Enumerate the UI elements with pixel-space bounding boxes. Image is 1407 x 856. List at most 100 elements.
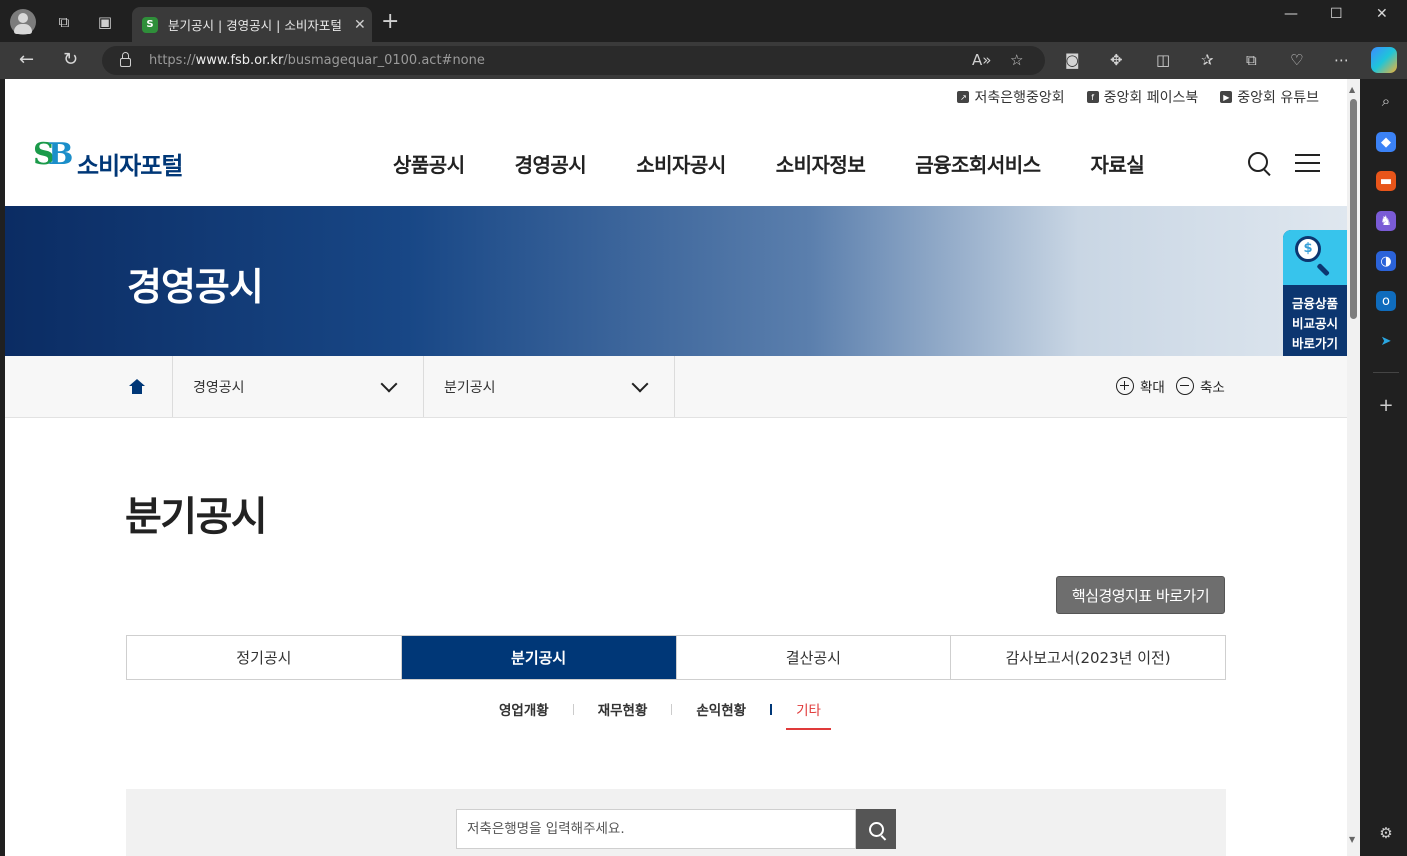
address-bar[interactable]: https://www.fsb.or.kr/busmagequar_0100.a… bbox=[102, 46, 1045, 75]
subtab-financial-status[interactable]: 재무현황 bbox=[574, 699, 672, 719]
browser-window: ⧉ ▣ S 분기공시 | 경영공시 | 소비자포털 ✕ + — ☐ ✕ ← ↻ … bbox=[0, 0, 1407, 856]
scroll-thumb[interactable] bbox=[1350, 99, 1357, 319]
breadcrumb-label-1: 경영공시 bbox=[193, 379, 245, 396]
location-bar: 경영공시 분기공시 확대 축소 bbox=[5, 356, 1347, 418]
page-viewport: ↗ 저축은행중앙회 f 중앙회 페이스북 ▶ 중앙회 유튜브 SB 소비자포털 상품공… bbox=[5, 79, 1347, 856]
facebook-icon: f bbox=[1086, 91, 1099, 103]
bank-name-search-input[interactable] bbox=[456, 809, 856, 849]
sidebar-outlook-icon[interactable]: o bbox=[1376, 291, 1396, 311]
tab-close-icon[interactable]: ✕ bbox=[354, 17, 366, 33]
workspaces-icon[interactable]: ⧉ bbox=[52, 10, 76, 34]
quick-link-compare[interactable]: $ 금융상품 비교공시 바로가기 bbox=[1283, 230, 1347, 366]
hamburger-menu-icon[interactable] bbox=[1295, 154, 1320, 178]
link-facebook[interactable]: f 중앙회 페이스북 bbox=[1086, 87, 1198, 107]
tab-settlement[interactable]: 결산공시 bbox=[677, 636, 952, 679]
tab-actions-icon[interactable]: ▣ bbox=[93, 10, 117, 34]
breadcrumb-label-2: 분기공시 bbox=[444, 379, 496, 396]
zoom-out-icon bbox=[1176, 377, 1194, 395]
subtab-other[interactable]: 기타 bbox=[772, 699, 845, 730]
utility-links: ↗ 저축은행중앙회 f 중앙회 페이스북 ▶ 중앙회 유튜브 bbox=[957, 87, 1319, 107]
sidebar-shopping-icon[interactable]: ◆ bbox=[1376, 132, 1396, 152]
split-screen-icon[interactable]: ◫ bbox=[1156, 51, 1170, 69]
lock-icon[interactable] bbox=[120, 52, 131, 67]
sidebar-games-icon[interactable]: ♞ bbox=[1376, 211, 1396, 231]
subtab-business-overview[interactable]: 영업개황 bbox=[475, 699, 573, 719]
tab-quarterly[interactable]: 분기공시 bbox=[401, 636, 677, 679]
read-aloud-icon[interactable]: A» bbox=[972, 51, 991, 69]
more-menu-icon[interactable]: ⋯ bbox=[1334, 51, 1349, 69]
zoom-in-button[interactable]: 확대 bbox=[1116, 376, 1165, 396]
sidebar-copilot-icon[interactable]: ◑ bbox=[1376, 251, 1396, 271]
home-button[interactable] bbox=[101, 356, 173, 417]
magnifier-dollar-icon: $ bbox=[1295, 236, 1321, 262]
hero-banner: 경영공시 bbox=[5, 206, 1347, 356]
url-text: https://www.fsb.or.kr/busmagequar_0100.a… bbox=[149, 53, 485, 68]
edge-sidebar: ⌕ ◆ ▬ ♞ ◑ o ➤ + ⚙ bbox=[1365, 79, 1407, 856]
page-scrollbar[interactable]: ▲ ▼ bbox=[1347, 79, 1360, 856]
minimize-icon[interactable]: — bbox=[1284, 6, 1298, 22]
gnb-item-financial-inquiry[interactable]: 금융조회서비스 bbox=[915, 149, 1041, 178]
collections-icon[interactable]: ⧉ bbox=[1246, 51, 1257, 69]
breadcrumb-dropdown-2[interactable]: 분기공시 bbox=[424, 356, 675, 417]
main-navigation: 상품공시 경영공시 소비자공시 소비자정보 금융조회서비스 자료실 bbox=[393, 149, 1194, 178]
performance-icon[interactable]: ♡ bbox=[1290, 51, 1303, 69]
browser-toolbar: ← ↻ https://www.fsb.or.kr/busmagequar_01… bbox=[0, 42, 1407, 79]
profile-icon[interactable] bbox=[10, 9, 36, 35]
breadcrumb-dropdown-1[interactable]: 경영공시 bbox=[173, 356, 424, 417]
subtab-profit-loss[interactable]: 손익현황 bbox=[672, 699, 770, 719]
screenshot-icon[interactable]: ◙ bbox=[1065, 51, 1080, 69]
sub-tabs: 영업개황 재무현황 손익현황 기타 bbox=[475, 699, 845, 730]
sidebar-divider bbox=[1373, 372, 1399, 373]
extensions-icon[interactable]: ✥ bbox=[1110, 51, 1123, 69]
new-tab-icon[interactable]: + bbox=[381, 11, 399, 33]
tab-audit-report[interactable]: 감사보고서(2023년 이전) bbox=[951, 636, 1225, 679]
favorite-star-icon[interactable]: ☆ bbox=[1010, 51, 1023, 69]
home-icon bbox=[128, 379, 145, 394]
youtube-icon: ▶ bbox=[1220, 91, 1233, 103]
sidebar-settings-icon[interactable]: ⚙ bbox=[1376, 823, 1396, 843]
page-title: 분기공시 bbox=[125, 494, 268, 540]
chevron-down-icon bbox=[380, 375, 398, 393]
zoom-out-label: 축소 bbox=[1200, 380, 1225, 396]
sb-logo-mark: SB bbox=[33, 137, 74, 172]
tab-strip: ⧉ ▣ S 분기공시 | 경영공시 | 소비자포털 ✕ + — ☐ ✕ bbox=[0, 0, 1407, 42]
gnb-item-products[interactable]: 상품공시 bbox=[393, 149, 465, 178]
close-window-icon[interactable]: ✕ bbox=[1376, 6, 1388, 22]
quick-link-label: 금융상품 비교공시 바로가기 bbox=[1291, 296, 1338, 351]
search-icon bbox=[868, 821, 884, 837]
tab-regular[interactable]: 정기공시 bbox=[127, 636, 402, 679]
refresh-icon[interactable]: ↻ bbox=[63, 49, 78, 70]
bank-search-area bbox=[126, 789, 1226, 856]
favorites-icon[interactable]: ✰ bbox=[1201, 51, 1214, 69]
browser-tab[interactable]: S 분기공시 | 경영공시 | 소비자포털 ✕ bbox=[132, 7, 372, 42]
hero-title: 경영공시 bbox=[127, 265, 264, 309]
gnb-item-archive[interactable]: 자료실 bbox=[1091, 149, 1145, 178]
sidebar-telegram-icon[interactable]: ➤ bbox=[1376, 331, 1396, 351]
maximize-icon[interactable]: ☐ bbox=[1330, 6, 1343, 22]
disclosure-tabs: 정기공시 분기공시 결산공시 감사보고서(2023년 이전) bbox=[126, 635, 1226, 680]
sidebar-tools-icon[interactable]: ▬ bbox=[1376, 171, 1396, 191]
sidebar-search-icon[interactable]: ⌕ bbox=[1376, 91, 1396, 111]
site-logo[interactable]: SB 소비자포털 bbox=[33, 137, 183, 187]
bank-search-button[interactable] bbox=[856, 809, 896, 849]
quick-link-top: $ bbox=[1283, 230, 1347, 285]
search-icon[interactable] bbox=[1248, 152, 1268, 172]
gnb-item-management[interactable]: 경영공시 bbox=[515, 149, 587, 178]
sidebar-add-icon[interactable]: + bbox=[1376, 395, 1396, 416]
scroll-down-icon[interactable]: ▼ bbox=[1349, 835, 1355, 844]
tab-title: 분기공시 | 경영공시 | 소비자포털 bbox=[168, 18, 342, 33]
gnb-item-consumer-info[interactable]: 소비자정보 bbox=[776, 149, 866, 178]
link-youtube[interactable]: ▶ 중앙회 유튜브 bbox=[1220, 87, 1319, 107]
zoom-in-icon bbox=[1116, 377, 1134, 395]
back-icon[interactable]: ← bbox=[19, 49, 34, 70]
favicon-icon: S bbox=[142, 16, 158, 33]
key-indicators-button[interactable]: 핵심경영지표 바로가기 bbox=[1056, 576, 1225, 614]
copilot-icon[interactable] bbox=[1371, 47, 1397, 73]
logo-text: 소비자포털 bbox=[77, 151, 183, 180]
gnb-item-consumer-disclosure[interactable]: 소비자공시 bbox=[636, 149, 726, 178]
link-fsb-home[interactable]: ↗ 저축은행중앙회 bbox=[957, 87, 1065, 107]
chevron-down-icon bbox=[631, 375, 649, 393]
zoom-out-button[interactable]: 축소 bbox=[1176, 376, 1225, 396]
scroll-up-icon[interactable]: ▲ bbox=[1349, 85, 1355, 94]
zoom-in-label: 확대 bbox=[1140, 380, 1165, 396]
